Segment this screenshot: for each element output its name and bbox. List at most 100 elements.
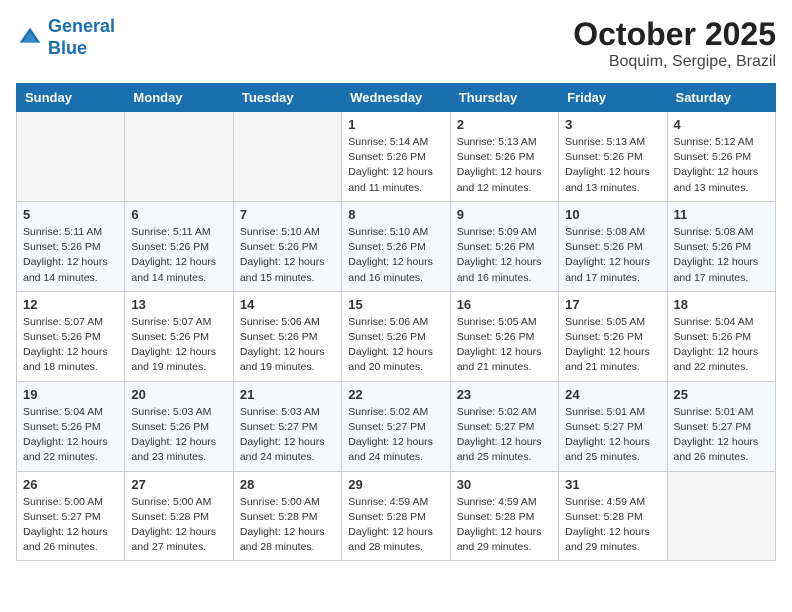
calendar-cell: 28Sunrise: 5:00 AM Sunset: 5:28 PM Dayli… xyxy=(233,471,341,561)
calendar-cell: 14 Sunrise: 5:06 AM Sunset: 5:26 PM Dayli… xyxy=(233,291,341,381)
calendar-week-row: 5 Sunrise: 5:11 AM Sunset: 5:26 PM Daylig… xyxy=(17,201,776,291)
logo-text: General Blue xyxy=(48,16,115,59)
weekday-header-friday: Friday xyxy=(559,84,667,112)
calendar-week-row: 26 Sunrise: 5:00 AM Sunset: 5:27 PM Dayli… xyxy=(17,471,776,561)
calendar-cell: 17 Sunrise: 5:05 AM Sunset: 5:26 PM Dayli… xyxy=(559,291,667,381)
calendar-cell: 1 Sunrise: 5:14 AM Sunset: 5:26 PM Daylig… xyxy=(342,112,450,202)
calendar-cell: 16Sunrise: 5:05 AM Sunset: 5:26 PM Dayli… xyxy=(450,291,558,381)
day-number: 13 xyxy=(131,297,226,312)
calendar-cell xyxy=(125,112,233,202)
day-number: 27 xyxy=(131,477,226,492)
calendar-cell: 6Sunrise: 5:11 AM Sunset: 5:26 PM Daylig… xyxy=(125,201,233,291)
day-number: 17 xyxy=(565,297,660,312)
calendar-week-row: 12 Sunrise: 5:07 AM Sunset: 5:26 PM Dayli… xyxy=(17,291,776,381)
day-number: 3 xyxy=(565,117,660,132)
weekday-header-wednesday: Wednesday xyxy=(342,84,450,112)
day-number: 21 xyxy=(240,387,335,402)
day-info: Sunrise: 5:05 AM Sunset: 5:26 PM Dayligh… xyxy=(565,315,660,376)
day-info: Sunrise: 5:11 AM Sunset: 5:26 PM Dayligh… xyxy=(23,225,118,286)
day-number: 1 xyxy=(348,117,443,132)
title-block: October 2025 Boquim, Sergipe, Brazil xyxy=(573,16,776,71)
day-info: Sunrise: 5:03 AM Sunset: 5:27 PM Dayligh… xyxy=(240,405,335,466)
calendar-cell: 27Sunrise: 5:00 AM Sunset: 5:28 PM Dayli… xyxy=(125,471,233,561)
day-number: 30 xyxy=(457,477,552,492)
day-number: 4 xyxy=(674,117,769,132)
day-number: 24 xyxy=(565,387,660,402)
day-info: Sunrise: 5:00 AM Sunset: 5:27 PM Dayligh… xyxy=(23,495,118,556)
day-number: 2 xyxy=(457,117,552,132)
day-number: 12 xyxy=(23,297,118,312)
day-info: Sunrise: 5:07 AM Sunset: 5:26 PM Dayligh… xyxy=(131,315,226,376)
day-number: 22 xyxy=(348,387,443,402)
calendar-cell: 20 Sunrise: 5:03 AM Sunset: 5:26 PM Dayli… xyxy=(125,381,233,471)
calendar-cell xyxy=(233,112,341,202)
day-info: Sunrise: 5:03 AM Sunset: 5:26 PM Dayligh… xyxy=(131,405,226,466)
calendar-cell: 12 Sunrise: 5:07 AM Sunset: 5:26 PM Dayli… xyxy=(17,291,125,381)
calendar-cell: 24 Sunrise: 5:01 AM Sunset: 5:27 PM Dayli… xyxy=(559,381,667,471)
day-info: Sunrise: 5:13 AM Sunset: 5:26 PM Dayligh… xyxy=(457,135,552,196)
calendar-cell: 8 Sunrise: 5:10 AM Sunset: 5:26 PM Daylig… xyxy=(342,201,450,291)
day-info: Sunrise: 5:14 AM Sunset: 5:26 PM Dayligh… xyxy=(348,135,443,196)
day-number: 9 xyxy=(457,207,552,222)
day-number: 11 xyxy=(674,207,769,222)
day-info: Sunrise: 5:00 AM Sunset: 5:28 PM Dayligh… xyxy=(240,495,335,556)
calendar-cell: 7 Sunrise: 5:10 AM Sunset: 5:26 PM Daylig… xyxy=(233,201,341,291)
day-number: 29 xyxy=(348,477,443,492)
calendar-cell: 2 Sunrise: 5:13 AM Sunset: 5:26 PM Daylig… xyxy=(450,112,558,202)
day-info: Sunrise: 5:01 AM Sunset: 5:27 PM Dayligh… xyxy=(565,405,660,466)
calendar-cell: 23 Sunrise: 5:02 AM Sunset: 5:27 PM Dayli… xyxy=(450,381,558,471)
location: Boquim, Sergipe, Brazil xyxy=(573,53,776,71)
day-number: 15 xyxy=(348,297,443,312)
logo: General Blue xyxy=(16,16,115,59)
day-number: 19 xyxy=(23,387,118,402)
day-info: Sunrise: 4:59 AM Sunset: 5:28 PM Dayligh… xyxy=(565,495,660,556)
day-number: 23 xyxy=(457,387,552,402)
calendar-cell: 3 Sunrise: 5:13 AM Sunset: 5:26 PM Daylig… xyxy=(559,112,667,202)
calendar-cell: 26 Sunrise: 5:00 AM Sunset: 5:27 PM Dayli… xyxy=(17,471,125,561)
calendar-cell: 22 Sunrise: 5:02 AM Sunset: 5:27 PM Dayli… xyxy=(342,381,450,471)
calendar-cell: 13 Sunrise: 5:07 AM Sunset: 5:26 PM Dayli… xyxy=(125,291,233,381)
day-number: 31 xyxy=(565,477,660,492)
day-info: Sunrise: 5:13 AM Sunset: 5:26 PM Dayligh… xyxy=(565,135,660,196)
day-info: Sunrise: 5:12 AM Sunset: 5:26 PM Dayligh… xyxy=(674,135,769,196)
weekday-header-sunday: Sunday xyxy=(17,84,125,112)
day-number: 5 xyxy=(23,207,118,222)
day-info: Sunrise: 5:02 AM Sunset: 5:27 PM Dayligh… xyxy=(348,405,443,466)
calendar-cell: 15 Sunrise: 5:06 AM Sunset: 5:26 PM Dayli… xyxy=(342,291,450,381)
day-number: 20 xyxy=(131,387,226,402)
calendar-cell: 10Sunrise: 5:08 AM Sunset: 5:26 PM Dayli… xyxy=(559,201,667,291)
day-number: 7 xyxy=(240,207,335,222)
day-number: 26 xyxy=(23,477,118,492)
calendar-cell: 5 Sunrise: 5:11 AM Sunset: 5:26 PM Daylig… xyxy=(17,201,125,291)
day-info: Sunrise: 4:59 AM Sunset: 5:28 PM Dayligh… xyxy=(348,495,443,556)
day-number: 18 xyxy=(674,297,769,312)
day-info: Sunrise: 5:08 AM Sunset: 5:26 PM Dayligh… xyxy=(674,225,769,286)
calendar-cell xyxy=(667,471,775,561)
day-number: 6 xyxy=(131,207,226,222)
calendar-cell: 30Sunrise: 4:59 AM Sunset: 5:28 PM Dayli… xyxy=(450,471,558,561)
day-info: Sunrise: 5:10 AM Sunset: 5:26 PM Dayligh… xyxy=(348,225,443,286)
weekday-header-tuesday: Tuesday xyxy=(233,84,341,112)
calendar: SundayMondayTuesdayWednesdayThursdayFrid… xyxy=(16,83,776,561)
calendar-cell: 21 Sunrise: 5:03 AM Sunset: 5:27 PM Dayli… xyxy=(233,381,341,471)
weekday-header-row: SundayMondayTuesdayWednesdayThursdayFrid… xyxy=(17,84,776,112)
day-number: 8 xyxy=(348,207,443,222)
day-info: Sunrise: 5:02 AM Sunset: 5:27 PM Dayligh… xyxy=(457,405,552,466)
calendar-cell: 11 Sunrise: 5:08 AM Sunset: 5:26 PM Dayli… xyxy=(667,201,775,291)
day-info: Sunrise: 5:04 AM Sunset: 5:26 PM Dayligh… xyxy=(23,405,118,466)
day-info: Sunrise: 5:06 AM Sunset: 5:26 PM Dayligh… xyxy=(348,315,443,376)
day-info: Sunrise: 5:09 AM Sunset: 5:26 PM Dayligh… xyxy=(457,225,552,286)
calendar-cell: 4 Sunrise: 5:12 AM Sunset: 5:26 PM Daylig… xyxy=(667,112,775,202)
day-info: Sunrise: 5:10 AM Sunset: 5:26 PM Dayligh… xyxy=(240,225,335,286)
day-info: Sunrise: 5:05 AM Sunset: 5:26 PM Dayligh… xyxy=(457,315,552,376)
calendar-cell xyxy=(17,112,125,202)
day-info: Sunrise: 5:07 AM Sunset: 5:26 PM Dayligh… xyxy=(23,315,118,376)
day-info: Sunrise: 5:06 AM Sunset: 5:26 PM Dayligh… xyxy=(240,315,335,376)
calendar-cell: 31 Sunrise: 4:59 AM Sunset: 5:28 PM Dayli… xyxy=(559,471,667,561)
calendar-cell: 19 Sunrise: 5:04 AM Sunset: 5:26 PM Dayli… xyxy=(17,381,125,471)
logo-icon xyxy=(16,24,44,52)
weekday-header-monday: Monday xyxy=(125,84,233,112)
day-info: Sunrise: 5:04 AM Sunset: 5:26 PM Dayligh… xyxy=(674,315,769,376)
calendar-week-row: 1 Sunrise: 5:14 AM Sunset: 5:26 PM Daylig… xyxy=(17,112,776,202)
day-number: 14 xyxy=(240,297,335,312)
